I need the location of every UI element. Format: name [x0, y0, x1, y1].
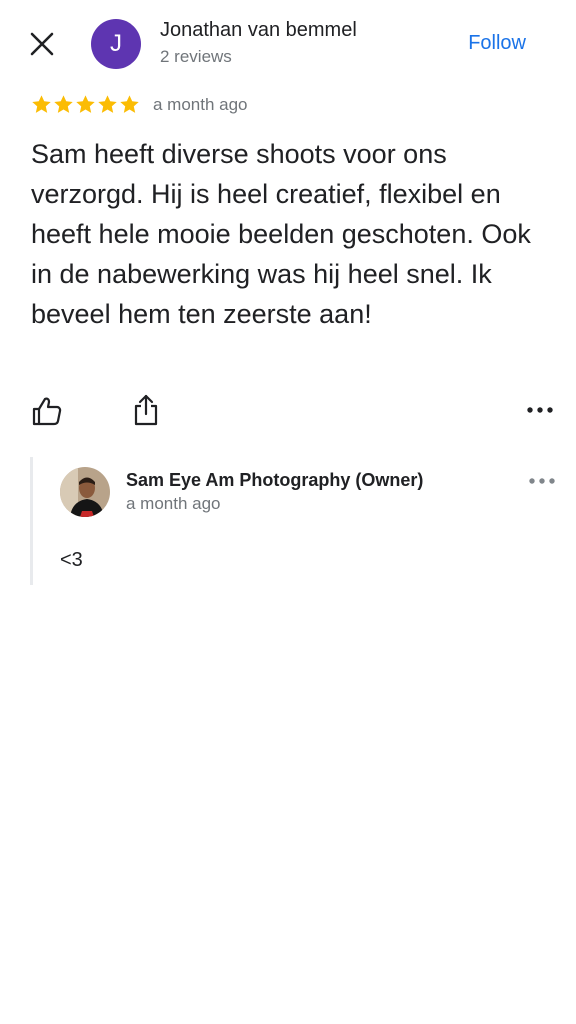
review-detail-page: J Jonathan van bemmel 2 reviews Follow a…: [0, 0, 576, 1024]
more-options-button[interactable]: [525, 400, 555, 420]
owner-reply: Sam Eye Am Photography (Owner) a month a…: [30, 457, 555, 585]
more-horizontal-icon: [527, 407, 553, 413]
review-text: Sam heeft diverse shoots voor ons verzor…: [31, 139, 531, 329]
owner-name[interactable]: Sam Eye Am Photography (Owner): [126, 470, 423, 491]
owner-avatar[interactable]: [60, 467, 110, 517]
star-icon: [54, 95, 73, 113]
star-icon: [120, 95, 139, 113]
star-icon: [32, 95, 51, 113]
like-button[interactable]: [31, 395, 63, 427]
reply-more-options-button[interactable]: [527, 474, 557, 488]
follow-button[interactable]: Follow: [468, 32, 526, 55]
owner-reply-text: <3: [60, 549, 83, 571]
reviewer-avatar-initial: J: [110, 30, 122, 57]
rating-row: a month ago: [31, 94, 248, 115]
reviewer-avatar[interactable]: J: [91, 19, 141, 69]
more-horizontal-icon: [529, 478, 555, 484]
reviewer-name[interactable]: Jonathan van bemmel: [160, 19, 357, 42]
owner-reply-time: a month ago: [126, 494, 221, 513]
star-icon: [76, 95, 95, 113]
owner-photo: [60, 467, 110, 517]
share-icon: [134, 394, 158, 426]
close-icon: [30, 32, 54, 56]
close-button[interactable]: [26, 28, 58, 60]
thumbs-up-icon: [32, 397, 62, 426]
review-time: a month ago: [153, 94, 248, 114]
share-button[interactable]: [131, 394, 161, 426]
reviewer-review-count: 2 reviews: [160, 47, 232, 66]
star-icon: [98, 95, 117, 113]
star-rating: [31, 94, 140, 115]
